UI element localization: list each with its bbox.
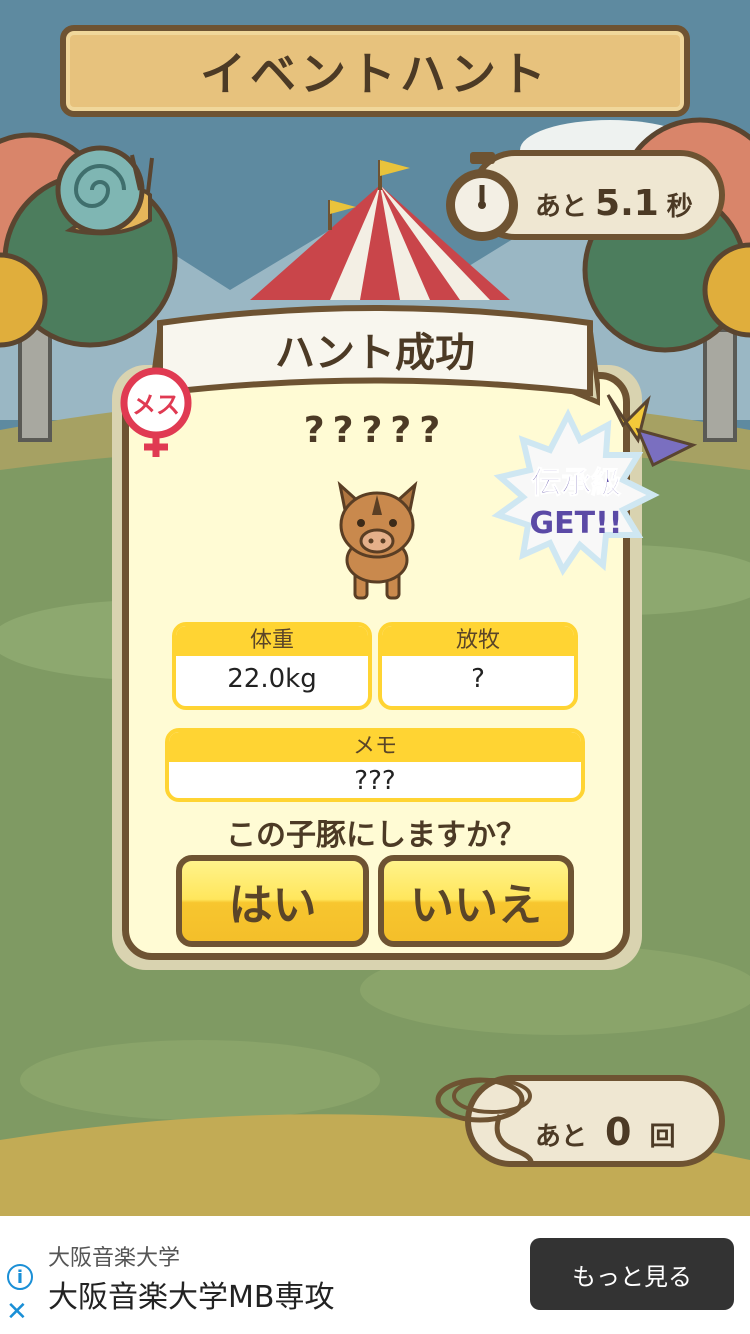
rank-badge-line1: 伝承級: [531, 466, 621, 501]
stopwatch-icon: [446, 152, 518, 241]
timer-prefix: あと: [535, 192, 588, 222]
timer-unit: 秒: [666, 192, 693, 222]
graze-value: ?: [471, 664, 485, 694]
no-button[interactable]: いいえ: [378, 855, 574, 947]
memo-field: メモ ???: [165, 728, 585, 802]
timer-value: 5.1: [595, 183, 659, 224]
ad-cta-button[interactable]: もっと見る: [530, 1238, 734, 1310]
graze-field: 放牧 ?: [378, 622, 578, 710]
ad-headline[interactable]: 大阪音楽大学MB専攻: [48, 1272, 334, 1316]
timer-readout: あと 5.1 秒: [535, 183, 693, 224]
dialog-title: ハント成功: [275, 330, 475, 376]
count-readout: あと 0 回: [535, 1110, 675, 1154]
memo-value: ???: [354, 766, 396, 796]
count-unit: 回: [649, 1122, 676, 1152]
rank-badge: 伝承級 GET!!: [491, 394, 698, 576]
memo-label: メモ: [169, 732, 581, 762]
ad-info-icon[interactable]: i: [7, 1264, 33, 1290]
graze-label: 放牧: [382, 626, 574, 656]
header-plank: イベントハント: [60, 25, 690, 117]
rank-badge-line2: GET!!: [530, 506, 623, 541]
yes-button[interactable]: はい: [176, 855, 369, 947]
ad-close-icon[interactable]: ✕: [6, 1297, 28, 1327]
ad-advertiser: 大阪音楽大学: [48, 1246, 181, 1271]
count-prefix: あと: [535, 1122, 588, 1152]
weight-field: 体重 22.0kg: [172, 622, 372, 710]
weight-label: 体重: [176, 626, 368, 656]
count-value: 0: [605, 1110, 632, 1154]
page-title: イベントハント: [200, 47, 550, 101]
confirm-question: この子豚にしますか？: [226, 818, 526, 853]
boar-icon: [337, 480, 418, 600]
game-screen: イベントハント あと 5.1 秒 ハント成功 メス ????? 伝承級 GET!…: [0, 0, 750, 1334]
weight-value: 22.0kg: [227, 664, 317, 694]
